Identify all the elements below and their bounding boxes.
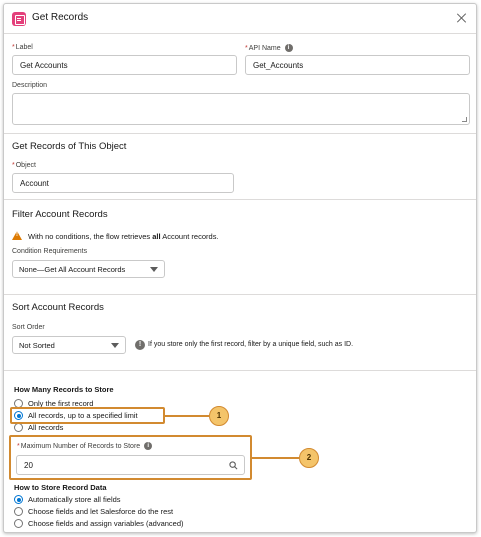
resize-handle[interactable] [462, 117, 467, 122]
condition-requirements-label: Condition Requirements [12, 248, 88, 255]
callout-highlight-2 [9, 435, 252, 480]
divider [4, 199, 476, 200]
description-field-label: Description [12, 82, 48, 89]
api-name-input[interactable]: Get_Accounts [245, 55, 470, 75]
condition-requirements-select[interactable]: None—Get All Account Records [12, 260, 165, 278]
store-section-title: How Many Records to Store [14, 385, 114, 394]
divider [4, 133, 476, 134]
sort-order-label: Sort Order [12, 324, 45, 331]
info-icon[interactable]: i [284, 44, 293, 52]
callout-badge-2: 2 [299, 448, 319, 468]
divider [4, 370, 476, 371]
callout-badge-1: 1 [209, 406, 229, 426]
get-records-modal: Get Records *Label Get Accounts *API Nam… [3, 3, 477, 533]
label-field-label: *Label [12, 44, 33, 51]
radio-button-selected[interactable] [14, 495, 23, 504]
modal-header: Get Records [4, 4, 476, 34]
chevron-down-icon [150, 267, 158, 272]
callout-highlight-1 [10, 407, 165, 424]
sort-section-title: Sort Account Records [12, 302, 104, 313]
condition-requirements-value: None—Get All Account Records [19, 265, 126, 274]
label-input[interactable]: Get Accounts [12, 55, 237, 75]
object-section-title: Get Records of This Object [12, 141, 127, 152]
modal-title: Get Records [32, 12, 89, 23]
radio-button[interactable] [14, 519, 23, 528]
sort-hint-text: If you store only the first record, filt… [148, 341, 354, 348]
get-records-icon [12, 12, 26, 26]
close-icon[interactable] [456, 12, 468, 24]
radio-button[interactable] [14, 423, 23, 432]
info-icon: ! [135, 340, 145, 350]
sort-order-select[interactable]: Not Sorted [12, 336, 126, 354]
chevron-down-icon [111, 343, 119, 348]
sort-order-value: Not Sorted [19, 341, 55, 350]
callout-connector-1 [165, 415, 209, 417]
object-input[interactable]: Account [12, 173, 234, 193]
store-data-section-title: How to Store Record Data [14, 483, 107, 492]
description-textarea[interactable] [12, 93, 470, 125]
api-name-field-label: *API Name i [245, 44, 293, 52]
warning-icon [12, 231, 22, 240]
filter-section-title: Filter Account Records [12, 209, 108, 220]
filter-warning-text: With no conditions, the flow retrieves a… [28, 232, 219, 241]
object-field-label: *Object [12, 162, 36, 169]
radio-button[interactable] [14, 507, 23, 516]
divider [4, 294, 476, 295]
callout-connector-2 [252, 457, 299, 459]
